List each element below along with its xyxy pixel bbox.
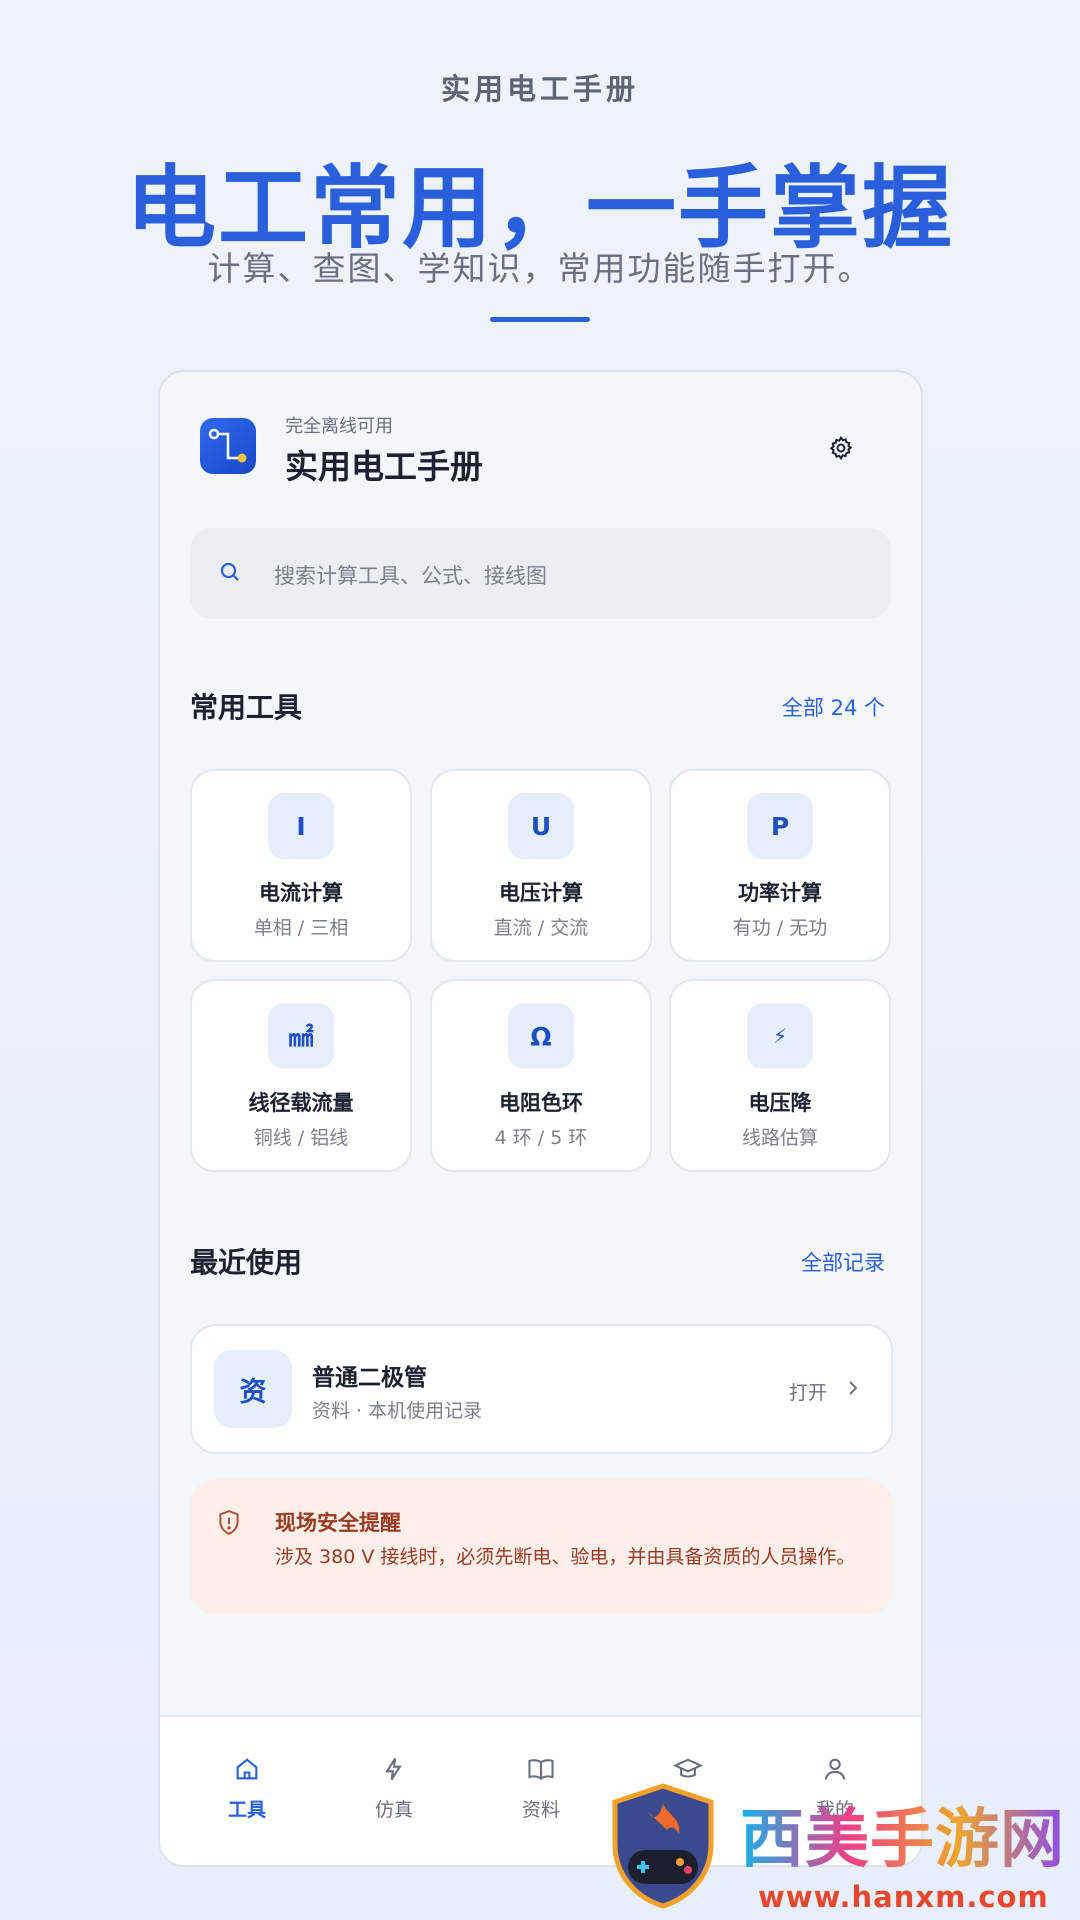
tool-subtitle: 直流 / 交流 — [493, 917, 589, 939]
watermark-url: www.hanxm.com — [758, 1880, 1049, 1914]
gear-icon — [829, 435, 853, 461]
settings-button[interactable] — [821, 428, 861, 468]
circuit-logo-icon — [200, 418, 256, 474]
tool-icon: ㎟ — [268, 1003, 334, 1069]
all-records-link[interactable]: 全部记录 — [801, 1247, 885, 1277]
tool-icon: P — [747, 793, 813, 859]
recent-item-title: 普通二极管 — [312, 1365, 427, 1391]
tools-section-title: 常用工具 — [190, 691, 303, 724]
shield-alert-icon — [219, 1510, 239, 1535]
tool-card-voltage[interactable]: U 电压计算 直流 / 交流 — [430, 769, 652, 962]
home-icon — [236, 1758, 258, 1780]
tool-name: 电阻色环 — [499, 1091, 583, 1115]
tool-name: 功率计算 — [738, 881, 822, 905]
tool-card-wire-ampacity[interactable]: ㎟ 线径载流量 铜线 / 铝线 — [190, 979, 412, 1172]
watermark-brand: 西美手游网 — [740, 1788, 1065, 1880]
recent-section-title: 最近使用 — [190, 1246, 303, 1279]
tab-tools[interactable]: 工具 — [187, 1755, 307, 1835]
tool-name: 线径载流量 — [248, 1091, 354, 1115]
search-icon — [220, 562, 239, 581]
app-screen: 完全离线可用 实用电工手册 搜索计算工具、公式、接线图 常用工具 全部 24 个… — [158, 370, 923, 1867]
tool-card-current[interactable]: I 电流计算 单相 / 三相 — [190, 769, 412, 962]
tool-subtitle: 4 环 / 5 环 — [494, 1127, 588, 1149]
tab-label: 资料 — [521, 1799, 560, 1821]
tool-subtitle: 有功 / 无功 — [732, 917, 828, 939]
watermark: 西美手游网 www.hanxm.com — [600, 1782, 1070, 1918]
tab-label: 仿真 — [374, 1799, 413, 1821]
gamepad-shield-logo — [612, 1783, 714, 1909]
safety-notice: 现场安全提醒 涉及 380 V 接线时，必须先断电、验电，并由具备资质的人员操作… — [190, 1479, 893, 1615]
tool-subtitle: 线路估算 — [741, 1127, 818, 1149]
search-placeholder: 搜索计算工具、公式、接线图 — [274, 564, 547, 588]
tool-card-voltage-drop[interactable]: ⚡ 电压降 线路估算 — [669, 979, 891, 1172]
tab-label: 工具 — [227, 1799, 266, 1821]
hero-subtitle: 计算、查图、学知识，常用功能随手打开。 — [207, 249, 873, 288]
search-input[interactable]: 搜索计算工具、公式、接线图 — [190, 528, 891, 619]
recent-item-icon: 资 — [214, 1350, 292, 1428]
user-icon — [824, 1758, 846, 1780]
lightning-icon: ⚡ — [747, 1003, 813, 1069]
tool-card-resistor-color[interactable]: Ω 电阻色环 4 环 / 5 环 — [430, 979, 652, 1172]
book-icon — [528, 1759, 554, 1780]
tab-simulation[interactable]: 仿真 — [334, 1755, 454, 1835]
tool-icon: I — [268, 793, 334, 859]
all-tools-link[interactable]: 全部 24 个 — [782, 692, 885, 722]
recent-item-meta: 资料 · 本机使用记录 — [312, 1400, 483, 1422]
open-button[interactable]: 打开 — [789, 1378, 827, 1405]
safety-body: 涉及 380 V 接线时，必须先断电、验电，并由具备资质的人员操作。 — [275, 1546, 856, 1568]
hero-label: 实用电工手册 — [440, 72, 639, 106]
app-title: 实用电工手册 — [285, 447, 483, 486]
app-header: 完全离线可用 实用电工手册 — [200, 402, 881, 492]
recent-item[interactable]: 资 普通二极管 资料 · 本机使用记录 打开 — [190, 1324, 893, 1454]
tool-subtitle: 铜线 / 铝线 — [253, 1127, 349, 1149]
tab-materials[interactable]: 资料 — [481, 1755, 601, 1835]
lightning-icon — [385, 1757, 402, 1781]
tool-name: 电压降 — [748, 1091, 812, 1115]
app-tagline: 完全离线可用 — [285, 416, 393, 437]
chevron-right-icon — [849, 1381, 858, 1395]
safety-title: 现场安全提醒 — [275, 1511, 401, 1535]
tool-icon: Ω — [508, 1003, 574, 1069]
tool-name: 电压计算 — [499, 881, 583, 905]
hero-divider — [490, 317, 590, 322]
tool-subtitle: 单相 / 三相 — [253, 917, 349, 939]
graduation-cap-icon — [673, 1758, 703, 1778]
tool-card-power[interactable]: P 功率计算 有功 / 无功 — [669, 769, 891, 962]
tool-name: 电流计算 — [259, 881, 343, 905]
tool-icon: U — [508, 793, 574, 859]
